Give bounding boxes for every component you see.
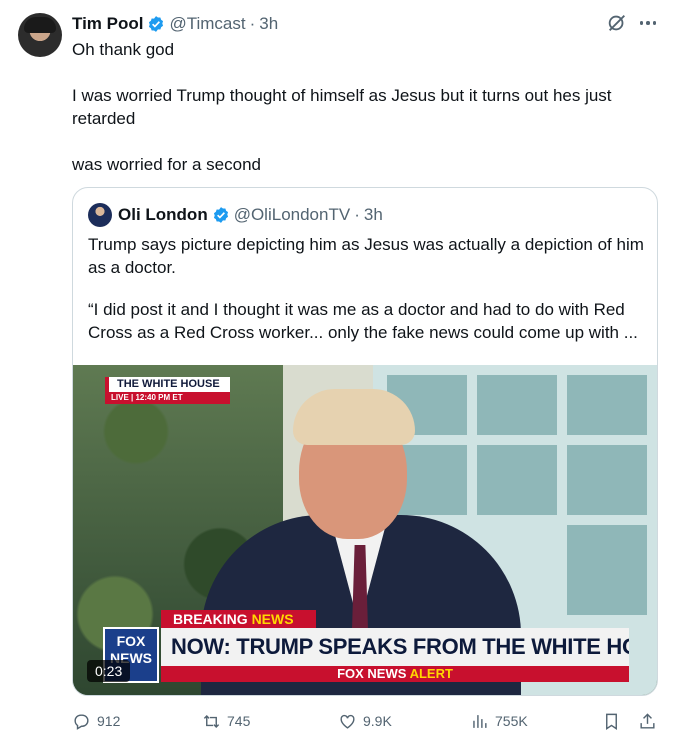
tweet-header: Tim Pool @Timcast · 3h <box>72 13 278 35</box>
video-duration: 0:23 <box>87 660 131 682</box>
share-button[interactable] <box>638 710 663 732</box>
grok-icon[interactable] <box>606 12 628 34</box>
timestamp[interactable]: 3h <box>259 14 278 34</box>
location-tag: THE WHITE HOUSE LIVE | 12:40 PM ET <box>105 377 230 405</box>
bookmark-button[interactable] <box>602 710 627 732</box>
video-headline: NOW: TRUMP SPEAKS FROM THE WHITE HOUSE <box>161 628 629 666</box>
like-button[interactable]: 9.9K <box>338 710 392 732</box>
author-handle[interactable]: @Timcast <box>169 14 245 34</box>
video-player[interactable]: THE WHITE HOUSE LIVE | 12:40 PM ET BREAK… <box>73 365 657 695</box>
location-tag-live: LIVE | 12:40 PM ET <box>105 392 230 404</box>
quoted-tweet[interactable]: Oli London @OliLondonTV · 3h Trump says … <box>72 187 658 696</box>
verified-badge-icon <box>149 16 164 32</box>
quote-text: Trump says picture depicting him as Jesu… <box>88 233 648 344</box>
alert-bar: FOX NEWS ALERT <box>161 666 629 682</box>
like-icon <box>340 714 355 729</box>
breaking-news-label: BREAKING NEWS <box>161 610 316 628</box>
like-count: 9.9K <box>363 713 392 729</box>
repost-icon <box>203 714 220 728</box>
bookmark-icon <box>606 713 617 730</box>
breaking-label-white: BREAKING <box>173 611 248 627</box>
alert-label-white: FOX NEWS <box>337 666 407 681</box>
breaking-label-yellow: NEWS <box>251 611 294 627</box>
quote-avatar[interactable] <box>88 203 112 227</box>
views-button[interactable]: 755K <box>470 710 528 732</box>
more-icon[interactable] <box>636 12 660 34</box>
quote-header: Oli London @OliLondonTV · 3h <box>88 203 383 227</box>
reply-button[interactable]: 912 <box>72 710 120 732</box>
tweet-text-line: I was worried Trump thought of himself a… <box>72 86 612 128</box>
repost-count: 745 <box>227 713 251 729</box>
author-name[interactable]: Tim Pool <box>72 14 143 34</box>
tweet[interactable]: Tim Pool @Timcast · 3h Oh thank god I wa… <box>0 0 676 746</box>
separator: · <box>249 14 256 33</box>
avatar[interactable] <box>18 13 62 57</box>
alert-label-yellow: ALERT <box>409 666 453 681</box>
repost-button[interactable]: 745 <box>202 710 250 732</box>
tweet-text-line: was worried for a second <box>72 155 261 174</box>
quote-text-line: “I did post it and I thought it was me a… <box>88 300 638 342</box>
separator: · <box>354 205 360 224</box>
quote-author-handle[interactable]: @OliLondonTV <box>234 205 351 225</box>
reply-icon <box>74 713 89 730</box>
quote-text-line: Trump says picture depicting him as Jesu… <box>88 235 644 277</box>
speaker-hair <box>293 389 415 445</box>
tweet-text-line: Oh thank god <box>72 40 175 59</box>
quote-timestamp[interactable]: 3h <box>364 205 383 225</box>
reply-count: 912 <box>97 713 121 729</box>
location-tag-title: THE WHITE HOUSE <box>105 377 230 392</box>
share-icon <box>640 712 655 729</box>
views-icon <box>473 714 487 728</box>
views-count: 755K <box>495 713 528 729</box>
quote-author-name[interactable]: Oli London <box>118 205 208 225</box>
verified-badge-icon <box>213 207 228 223</box>
action-bar: 912 745 9.9K 755K <box>72 710 662 732</box>
tweet-text: Oh thank god I was worried Trump thought… <box>72 38 652 176</box>
